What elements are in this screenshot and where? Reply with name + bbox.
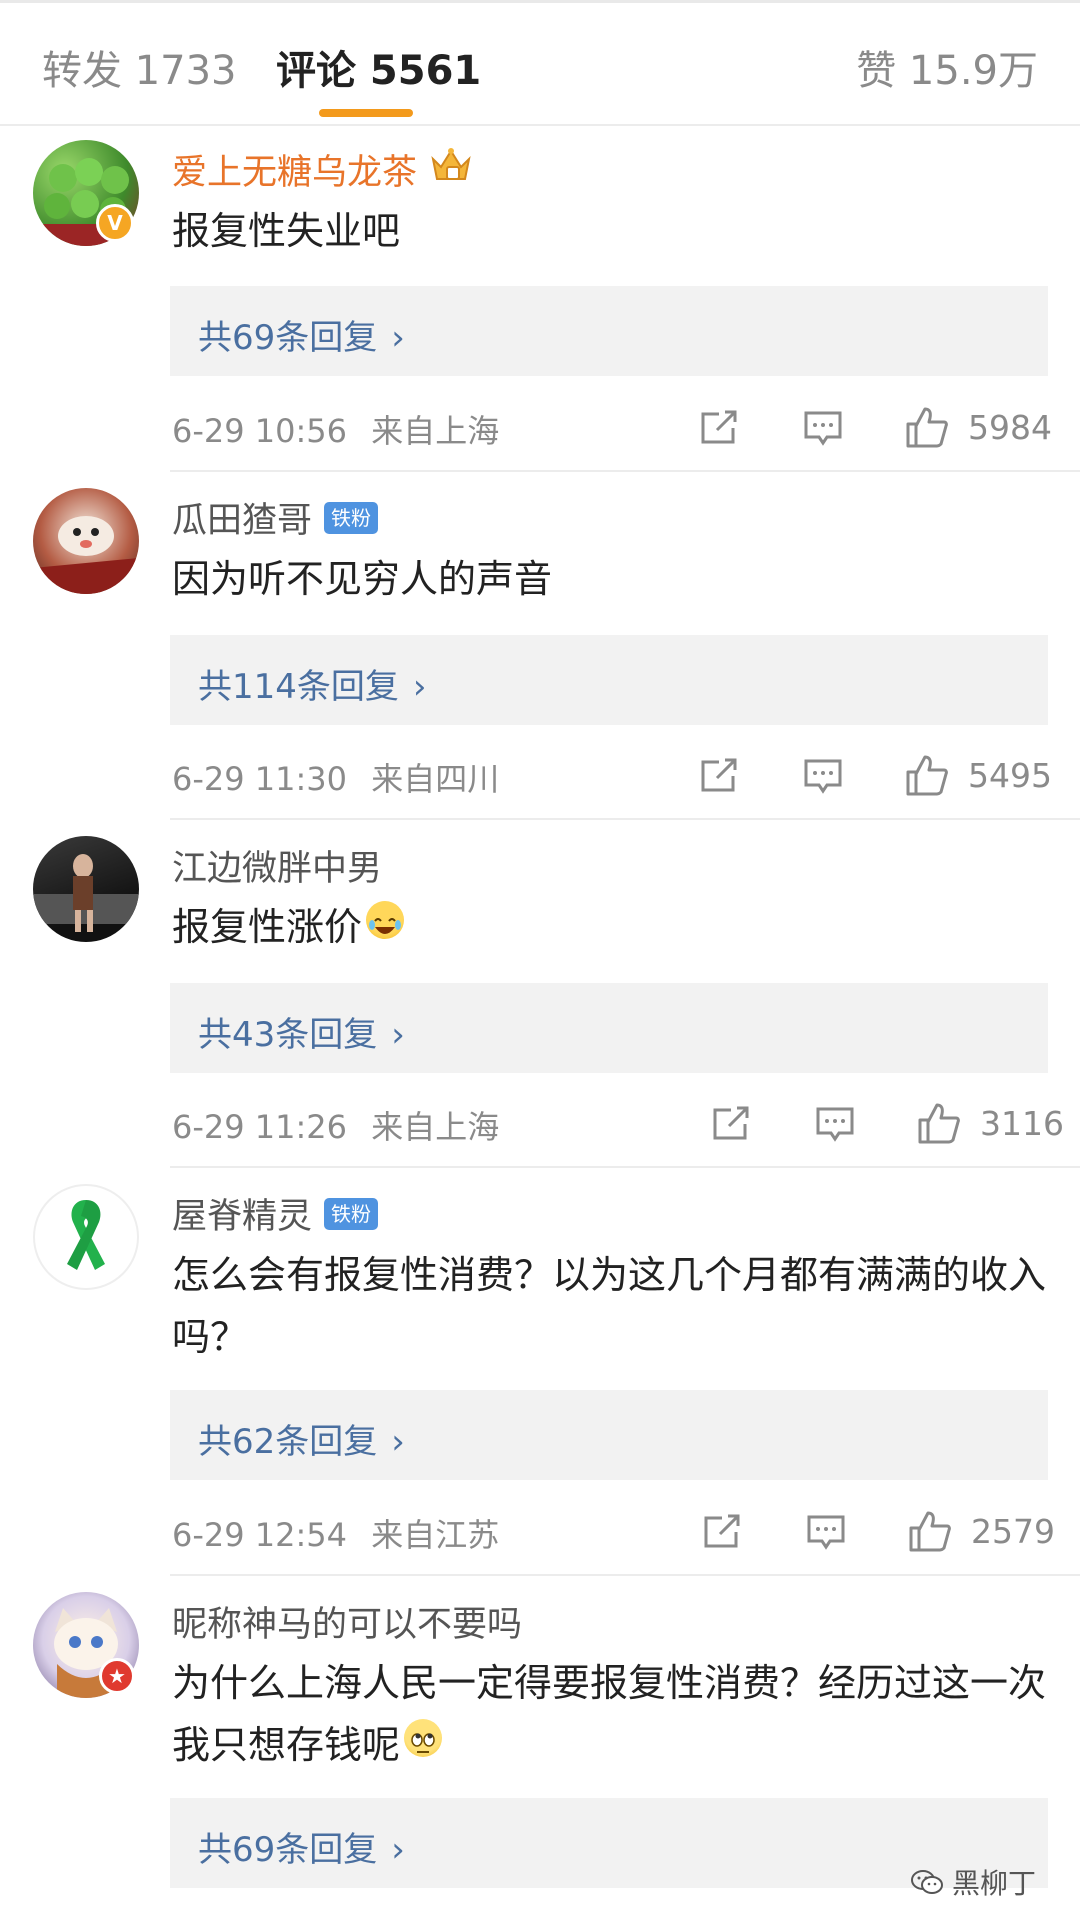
comment-meta: 6-29 11:30 来自四川 (172, 754, 499, 800)
username[interactable]: 爱上无糖乌龙茶 (172, 144, 473, 195)
like-icon[interactable] (908, 1510, 952, 1552)
comment-text: 报复性失业吧 (172, 209, 401, 253)
tab-repost[interactable]: 转发 1733 (42, 38, 237, 96)
like-count: 5984 (968, 408, 1052, 447)
comment-item: 江边微胖中男 报复性涨价 共43条回复 › 6-29 11:26 来自上海 311… (0, 820, 1080, 1168)
comment-item: 屋脊精灵 铁粉 怎么会有报复性消费？以为这几个月都有满满的收入吗？ 共62条回复… (0, 1168, 1080, 1576)
username-text: 屋脊精灵 (172, 1197, 313, 1237)
green-ribbon-icon (67, 1200, 105, 1270)
share-icon[interactable] (711, 1106, 751, 1142)
like-count: 5495 (968, 756, 1052, 795)
comment-text: 因为听不见穷人的声音 (172, 557, 553, 601)
avatar[interactable] (33, 488, 139, 594)
comment-icon[interactable] (815, 1106, 855, 1142)
reply-count-label: 共69条回复 (198, 1830, 378, 1870)
comment-time: 6-29 11:30 (172, 760, 348, 798)
username-text: 昵称神马的可以不要吗 (172, 1605, 523, 1645)
tab-comments[interactable]: 评论 5561 (276, 38, 481, 96)
watermark-text: 黑柳丁 (952, 1867, 1037, 1900)
username[interactable]: 瓜田猹哥 铁粉 (172, 492, 379, 543)
chevron-right-icon: › (391, 318, 405, 358)
like-icon[interactable] (905, 754, 949, 796)
comment-item: 瓜田猹哥 铁粉 因为听不见穷人的声音 共114条回复 › 6-29 11:30 来… (0, 472, 1080, 820)
comment-text: 怎么会有报复性消费？以为这几个月都有满满的收入吗？ (172, 1253, 1047, 1359)
watermark: 黑柳丁 (910, 1862, 1036, 1902)
username[interactable]: 屋脊精灵 铁粉 (172, 1188, 379, 1239)
comment-icon[interactable] (803, 410, 843, 446)
avatar-image (33, 516, 139, 594)
star-badge-icon: ★ (99, 1658, 135, 1694)
like-icon[interactable] (905, 406, 949, 448)
view-replies-button[interactable]: 共62条回复 › (170, 1390, 1048, 1480)
reply-count-label: 共114条回复 (198, 667, 399, 707)
avatar[interactable] (33, 836, 139, 942)
reply-count-label: 共43条回复 (198, 1015, 378, 1055)
username-text: 瓜田猹哥 (172, 501, 313, 541)
comment-text: 为什么上海人民一定得要报复性消费？经历过这一次我只想存钱呢 (172, 1652, 1052, 1776)
like-count: 2579 (971, 1512, 1055, 1551)
wechat-icon (911, 1870, 943, 1894)
share-icon[interactable] (699, 410, 739, 446)
crown-vip-icon (429, 145, 473, 194)
reply-count-label: 共62条回复 (198, 1422, 378, 1462)
like-count: 3116 (980, 1104, 1064, 1143)
chevron-right-icon: › (391, 1422, 405, 1462)
fan-badge: 铁粉 (324, 1197, 379, 1230)
comment-icon[interactable] (806, 1514, 846, 1550)
comment-item: ★ 昵称神马的可以不要吗 为什么上海人民一定得要报复性消费？经历过这一次我只想存… (0, 1576, 1080, 1908)
comment-meta: 6-29 10:56 来自上海 (172, 406, 499, 452)
username-text: 爱上无糖乌龙茶 (172, 153, 418, 193)
comment-location: 来自上海 (371, 1108, 500, 1146)
comment-location: 来自江苏 (371, 1516, 500, 1554)
verified-badge-icon: V (96, 204, 134, 242)
chevron-right-icon: › (391, 1830, 405, 1870)
comment-meta: 6-29 12:54 来自江苏 (172, 1510, 499, 1556)
comment-text: 报复性涨价 (172, 896, 1052, 958)
comment-text-body: 报复性涨价 (172, 905, 363, 949)
avatar[interactable] (33, 1184, 139, 1290)
comment-location: 来自四川 (371, 760, 500, 798)
username[interactable]: 昵称神马的可以不要吗 (172, 1596, 522, 1647)
tab-likes[interactable]: 赞 15.9万 (856, 38, 1038, 96)
comment-time: 6-29 10:56 (172, 412, 348, 450)
view-replies-button[interactable]: 共43条回复 › (170, 983, 1048, 1073)
share-icon[interactable] (699, 758, 739, 794)
chevron-right-icon: › (391, 1015, 405, 1055)
comment-item: V 爱上无糖乌龙茶 报复性失业吧 共69条回复 › 6-29 10:56 来自上海… (0, 124, 1080, 472)
reply-count-label: 共69条回复 (198, 318, 378, 358)
tab-bar: 转发 1733 评论 5561 赞 15.9万 (0, 0, 1080, 126)
username-text: 江边微胖中男 (172, 849, 383, 889)
comment-time: 6-29 11:26 (172, 1108, 348, 1146)
username[interactable]: 江边微胖中男 (172, 840, 382, 891)
avatar-image (33, 854, 139, 932)
view-replies-button[interactable]: 共114条回复 › (170, 635, 1048, 725)
eye-roll-emoji-icon (404, 1719, 443, 1757)
like-icon[interactable] (917, 1102, 961, 1144)
comment-text-body: 为什么上海人民一定得要报复性消费？经历过这一次我只想存钱呢 (172, 1661, 1047, 1767)
active-tab-indicator (319, 109, 413, 117)
comment-location: 来自上海 (371, 412, 500, 450)
view-replies-button[interactable]: 共69条回复 › (170, 286, 1048, 376)
chevron-right-icon: › (412, 667, 427, 707)
comment-time: 6-29 12:54 (172, 1516, 348, 1554)
fan-badge: 铁粉 (324, 501, 379, 534)
comment-meta: 6-29 11:26 来自上海 (172, 1102, 499, 1148)
share-icon[interactable] (702, 1514, 742, 1550)
laughing-emoji-icon (366, 901, 405, 939)
comment-icon[interactable] (803, 758, 843, 794)
